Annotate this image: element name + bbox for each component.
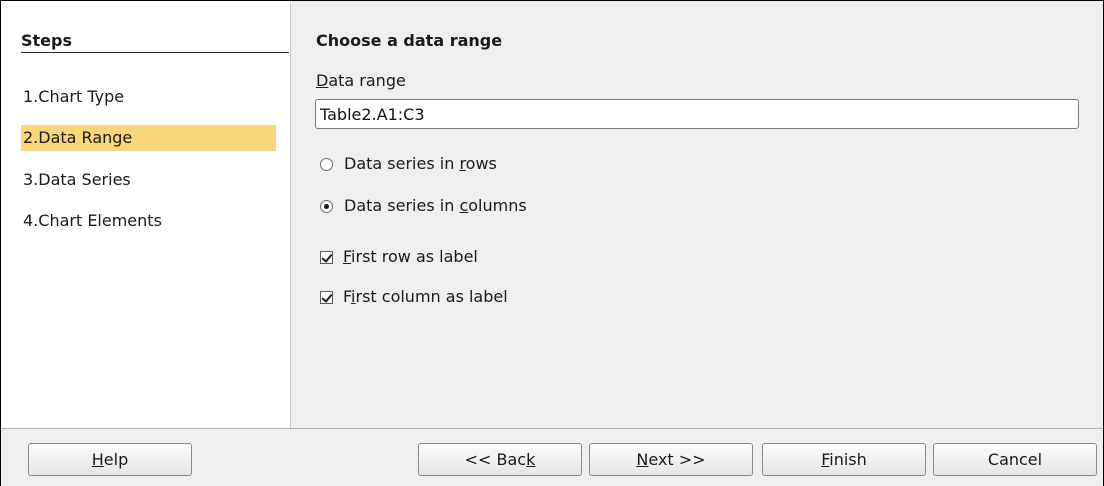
finish-button[interactable]: Finish xyxy=(762,443,926,476)
data-range-input[interactable] xyxy=(315,99,1079,129)
radio-columns-label: Data series in columns xyxy=(344,196,527,215)
button-bar: Help << Back Next >> Finish Cancel xyxy=(1,428,1103,486)
first-column-as-label-option[interactable]: First column as label xyxy=(320,286,508,308)
first-row-as-label-option[interactable]: First row as label xyxy=(320,246,478,268)
data-series-in-rows-option[interactable]: Data series in rows xyxy=(320,153,497,175)
chart-wizard-dialog: Steps 1.Chart Type 2.Data Range 3.Data S… xyxy=(0,0,1104,486)
back-button[interactable]: << Back xyxy=(418,443,582,476)
checkbox-first-row[interactable] xyxy=(320,250,333,264)
checkbox-first-row-label: First row as label xyxy=(343,247,478,266)
checkbox-first-column[interactable] xyxy=(320,290,333,304)
step-chart-elements[interactable]: 4.Chart Elements xyxy=(21,208,276,234)
content-panel: Choose a data range Data range Data seri… xyxy=(291,1,1103,428)
radio-columns[interactable] xyxy=(320,199,333,213)
section-title: Choose a data range xyxy=(316,31,503,50)
next-button[interactable]: Next >> xyxy=(589,443,753,476)
steps-panel: Steps 1.Chart Type 2.Data Range 3.Data S… xyxy=(1,1,291,428)
radio-rows-label: Data series in rows xyxy=(344,154,497,173)
data-range-label: Data range xyxy=(316,71,406,90)
checkbox-first-column-label: First column as label xyxy=(343,287,508,306)
step-data-series[interactable]: 3.Data Series xyxy=(21,167,276,193)
step-chart-type[interactable]: 1.Chart Type xyxy=(21,84,276,110)
step-data-range[interactable]: 2.Data Range xyxy=(21,125,276,151)
cancel-button[interactable]: Cancel xyxy=(933,443,1097,476)
help-button[interactable]: Help xyxy=(28,443,192,476)
data-series-in-columns-option[interactable]: Data series in columns xyxy=(320,195,527,217)
steps-title: Steps xyxy=(21,31,289,53)
radio-rows[interactable] xyxy=(320,157,333,171)
